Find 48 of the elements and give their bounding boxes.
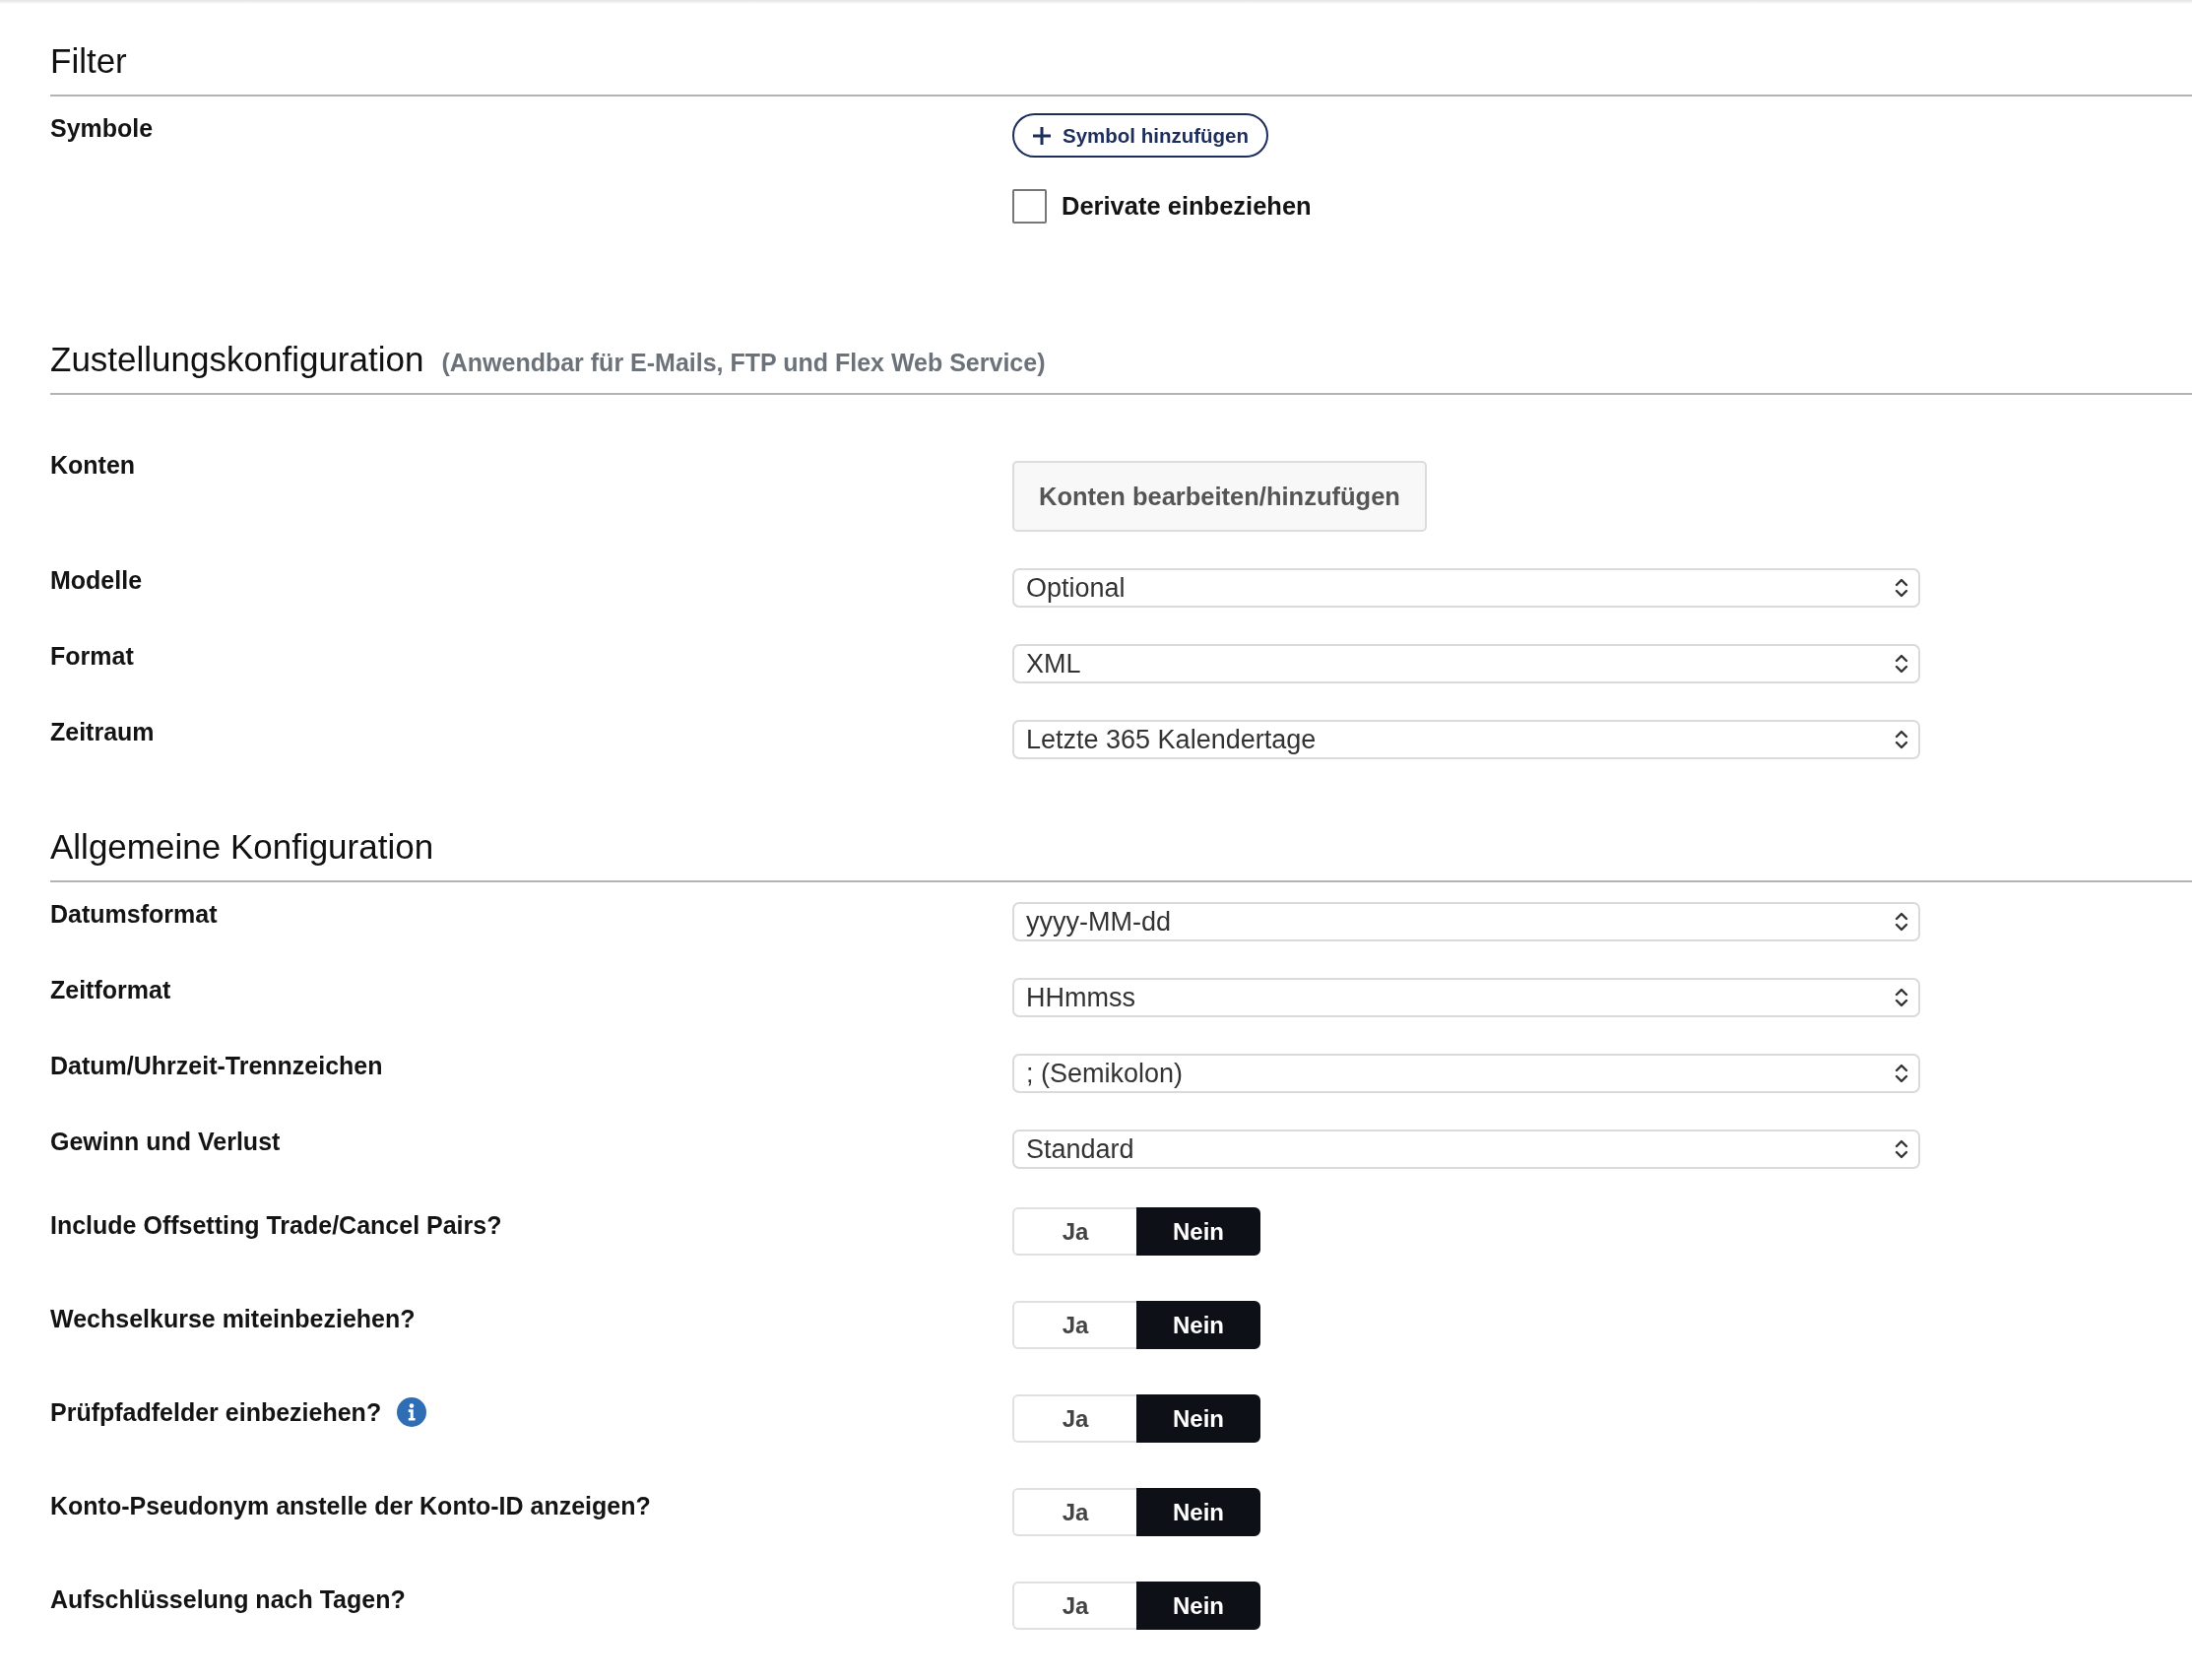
edit-accounts-button[interactable]: Konten bearbeiten/hinzufügen	[1012, 461, 1427, 532]
toggle-option[interactable]: Ja	[1012, 1301, 1136, 1349]
toggle-option[interactable]: Nein	[1136, 1488, 1260, 1536]
section-subtitle: (Anwendbar für E-Mails, FTP und Flex Web Service)	[441, 348, 1046, 378]
chevron-updown-icon	[1895, 577, 1908, 599]
chevron-updown-icon	[1895, 1138, 1908, 1160]
toggle-option[interactable]: Ja	[1012, 1207, 1136, 1256]
field-label: Aufschlüsselung nach Tagen?	[50, 1584, 406, 1614]
chevron-updown-icon	[1895, 653, 1908, 675]
chevron-updown-icon	[1895, 729, 1908, 750]
plus-icon	[1032, 125, 1052, 146]
dropdown[interactable]: XML	[1012, 644, 1920, 683]
info-icon[interactable]	[397, 1397, 427, 1427]
toggle-option[interactable]: Nein	[1136, 1394, 1260, 1443]
toggle-option[interactable]: Nein	[1136, 1301, 1260, 1349]
checkbox[interactable]	[1012, 189, 1047, 224]
dropdown[interactable]: Letzte 365 Kalendertage	[1012, 720, 1920, 759]
section-title: Filter	[50, 41, 127, 81]
field-label: Include Offsetting Trade/Cancel Pairs?	[50, 1210, 502, 1240]
toggle-option[interactable]: Ja	[1012, 1582, 1136, 1630]
field-label: Modelle	[50, 565, 143, 595]
toggle-option[interactable]: Nein	[1136, 1582, 1260, 1630]
field-label: Datumsformat	[50, 899, 218, 929]
field-label: Gewinn und Verlust	[50, 1127, 281, 1156]
field-label: Konten	[50, 450, 136, 480]
toggle-option[interactable]: Ja	[1012, 1488, 1136, 1536]
field-label: Zeitraum	[50, 717, 155, 746]
field-label: Prüfpfadfelder einbeziehen?	[50, 1397, 382, 1427]
dropdown[interactable]: Optional	[1012, 568, 1920, 608]
dropdown[interactable]: ; (Semikolon)	[1012, 1054, 1920, 1093]
dropdown[interactable]: HHmmss	[1012, 978, 1920, 1017]
dropdown[interactable]: yyyy-MM-dd	[1012, 902, 1920, 941]
field-label: Datum/Uhrzeit-Trennzeichen	[50, 1051, 383, 1080]
toggle-option[interactable]: Ja	[1012, 1394, 1136, 1443]
chevron-updown-icon	[1895, 911, 1908, 933]
field-label: Wechselkurse miteinbeziehen?	[50, 1304, 416, 1333]
section-title: Allgemeine Konfiguration	[50, 827, 434, 867]
field-label: Format	[50, 641, 134, 671]
chevron-updown-icon	[1895, 987, 1908, 1008]
checkbox-label: Derivate einbeziehen	[1062, 192, 1312, 221]
field-label: Zeitformat	[50, 975, 171, 1004]
field-label: Konto-Pseudonym anstelle der Konto-ID anzeigen?	[50, 1491, 651, 1520]
section-title: Zustellungskonfiguration	[50, 340, 424, 379]
toggle-option[interactable]: Nein	[1136, 1207, 1260, 1256]
field-label: Symbole	[50, 113, 154, 143]
add-symbol-button[interactable]: Symbol hinzufügen	[1012, 113, 1269, 158]
dropdown[interactable]: Standard	[1012, 1130, 1920, 1169]
chevron-updown-icon	[1895, 1063, 1908, 1084]
